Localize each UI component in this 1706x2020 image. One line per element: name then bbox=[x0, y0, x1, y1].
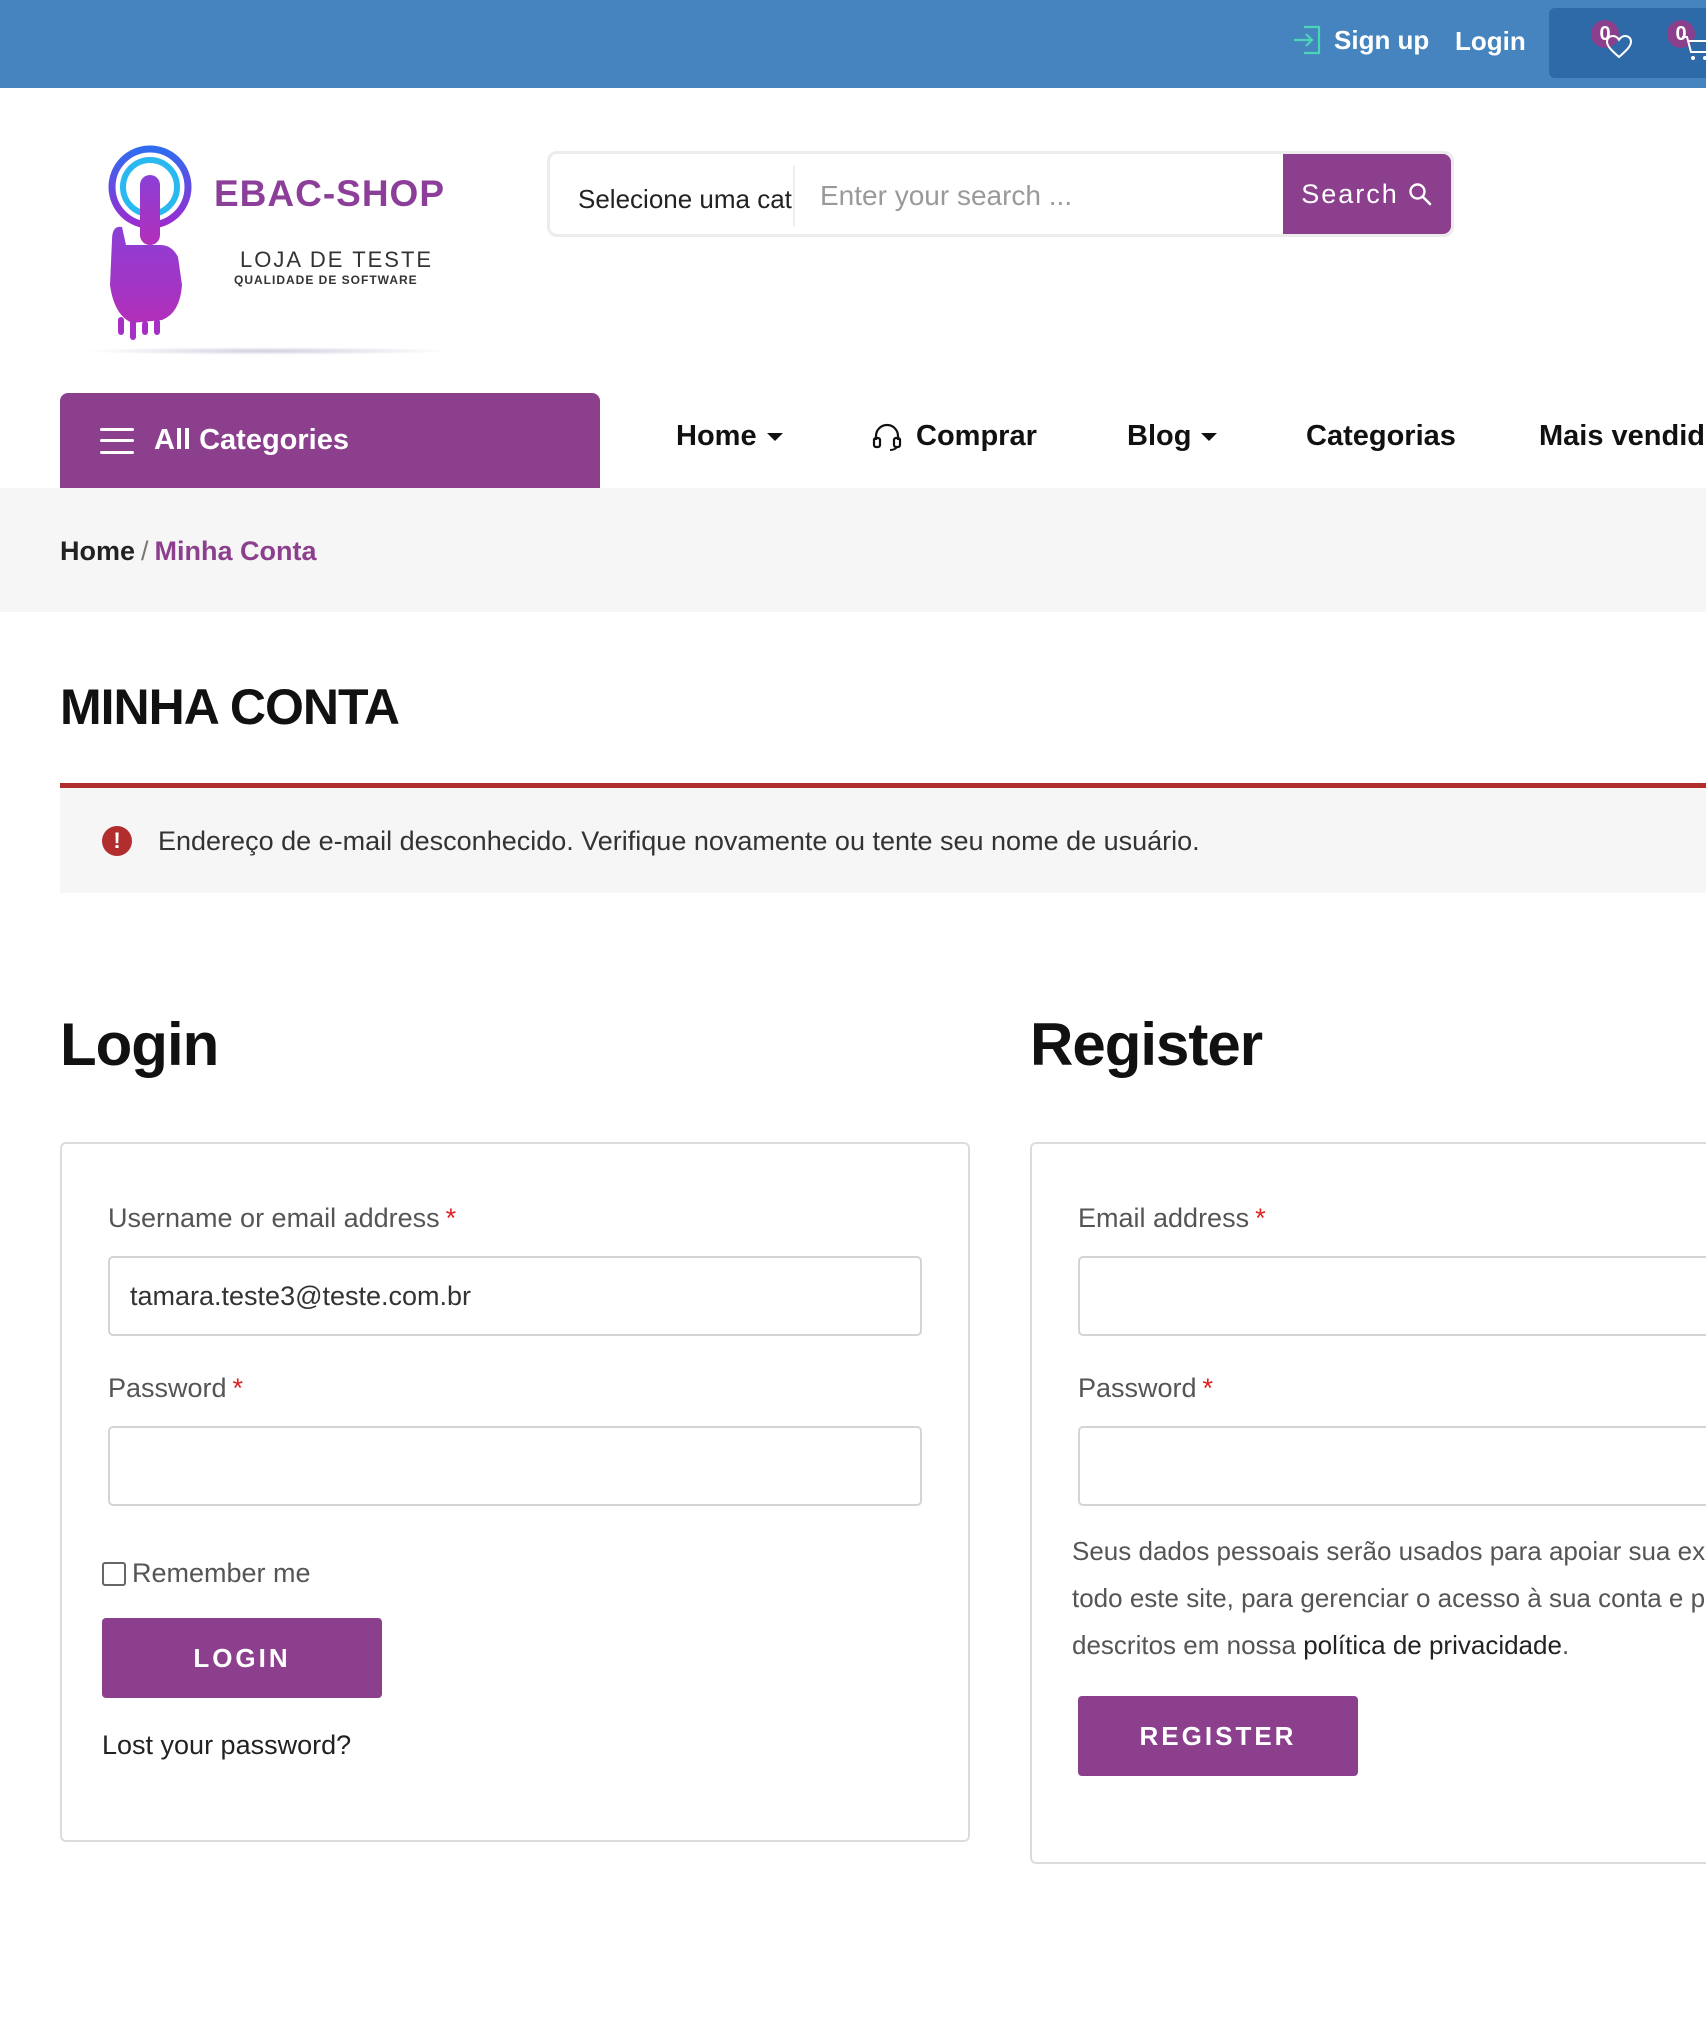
nav-item-comprar[interactable]: Comprar bbox=[872, 420, 1037, 453]
search-bar: Selecione uma cat Search bbox=[547, 151, 1454, 237]
privacy-policy-link[interactable]: política de privacidade bbox=[1303, 1630, 1562, 1660]
breadcrumb: Home / Minha Conta bbox=[60, 536, 317, 567]
remember-me[interactable]: Remember me bbox=[102, 1558, 311, 1589]
privacy-line: descritos em nossa política de privacida… bbox=[1072, 1630, 1570, 1660]
breadcrumb-current: Minha Conta bbox=[154, 536, 317, 566]
search-input[interactable] bbox=[820, 180, 1270, 212]
privacy-line: Seus dados pessoais serão usados para ap… bbox=[1072, 1536, 1706, 1566]
required-mark: * bbox=[1202, 1373, 1214, 1403]
logo-tagline: LOJA DE TESTE bbox=[240, 247, 434, 272]
sign-up-link[interactable]: Sign up bbox=[1292, 24, 1429, 56]
sign-up-label: Sign up bbox=[1334, 24, 1430, 55]
logo-hand-icon bbox=[108, 145, 192, 340]
nav-item-categorias-label: Categorias bbox=[1306, 420, 1456, 452]
menu-icon bbox=[100, 427, 134, 454]
register-password-input[interactable] bbox=[1078, 1426, 1706, 1506]
search-button[interactable]: Search bbox=[1283, 154, 1451, 234]
signup-icon bbox=[1294, 25, 1321, 55]
register-email-input[interactable] bbox=[1078, 1256, 1706, 1336]
cart-button[interactable]: 0 bbox=[1667, 20, 1706, 66]
error-notice: ! Endereço de e-mail desconhecido. Verif… bbox=[60, 783, 1706, 893]
top-bar: Sign up Login 0 0 bbox=[0, 0, 1706, 88]
nav-item-comprar-label: Comprar bbox=[916, 420, 1037, 452]
category-select[interactable]: Selecione uma cat bbox=[578, 184, 792, 215]
login-password-label: Password * bbox=[108, 1373, 244, 1403]
register-email-label: Email address * bbox=[1078, 1203, 1266, 1233]
headset-icon bbox=[872, 423, 902, 451]
all-categories-label: All Categories bbox=[154, 424, 349, 456]
nav-item-blog[interactable]: Blog bbox=[1127, 420, 1218, 453]
login-link[interactable]: Login bbox=[1455, 26, 1526, 57]
all-categories-button[interactable]: All Categories bbox=[60, 393, 600, 488]
logo-shadow bbox=[82, 347, 452, 355]
page-title: MINHA CONTA bbox=[60, 679, 400, 735]
heart-icon bbox=[1605, 34, 1633, 59]
caret-down-icon bbox=[766, 432, 783, 441]
nav-item-blog-label: Blog bbox=[1127, 420, 1192, 452]
breadcrumb-home[interactable]: Home bbox=[60, 536, 135, 566]
nav-item-mais-vendido-label: Mais vendido bbox=[1539, 420, 1706, 452]
nav-item-home-label: Home bbox=[676, 420, 757, 452]
required-mark: * bbox=[1255, 1203, 1266, 1233]
header-icons: 0 0 bbox=[1549, 8, 1706, 78]
privacy-text: Seus dados pessoais serão usados para ap… bbox=[1072, 1528, 1706, 1669]
register-heading: Register bbox=[1030, 1011, 1263, 1078]
search-button-label: Search bbox=[1301, 178, 1399, 209]
search-icon bbox=[1409, 183, 1432, 206]
site-logo[interactable]: EBAC-SHOP LOJA DE TESTE QUALIDADE DE SOF… bbox=[82, 145, 452, 360]
breadcrumb-separator: / bbox=[141, 536, 149, 566]
register-password-label: Password * bbox=[1078, 1373, 1214, 1403]
required-mark: * bbox=[232, 1373, 244, 1403]
wishlist-button[interactable]: 0 bbox=[1591, 20, 1641, 66]
logo-subtagline: QUALIDADE DE SOFTWARE bbox=[234, 273, 418, 287]
error-icon: ! bbox=[102, 826, 132, 856]
remember-me-label: Remember me bbox=[132, 1558, 311, 1588]
username-label: Username or email address * bbox=[108, 1203, 457, 1233]
nav-item-home[interactable]: Home bbox=[676, 420, 783, 453]
login-password-input[interactable] bbox=[108, 1426, 922, 1506]
nav-item-mais-vendido[interactable]: Mais vendido bbox=[1539, 420, 1706, 453]
search-divider bbox=[793, 166, 795, 226]
privacy-line: todo este site, para gerenciar o acesso … bbox=[1072, 1583, 1706, 1613]
username-input[interactable] bbox=[108, 1256, 922, 1336]
nav-item-categorias[interactable]: Categorias bbox=[1306, 420, 1456, 453]
error-message: Endereço de e-mail desconhecido. Verifiq… bbox=[158, 826, 1200, 856]
remember-me-checkbox[interactable] bbox=[102, 1561, 126, 1586]
logo-brand: EBAC-SHOP bbox=[214, 173, 446, 214]
required-mark: * bbox=[445, 1203, 457, 1233]
login-button[interactable]: LOGIN bbox=[102, 1618, 382, 1698]
login-heading: Login bbox=[60, 1011, 219, 1078]
register-button[interactable]: REGISTER bbox=[1078, 1696, 1358, 1776]
cart-icon bbox=[1682, 36, 1706, 60]
lost-password-link[interactable]: Lost your password? bbox=[102, 1730, 351, 1761]
caret-down-icon bbox=[1201, 432, 1218, 441]
